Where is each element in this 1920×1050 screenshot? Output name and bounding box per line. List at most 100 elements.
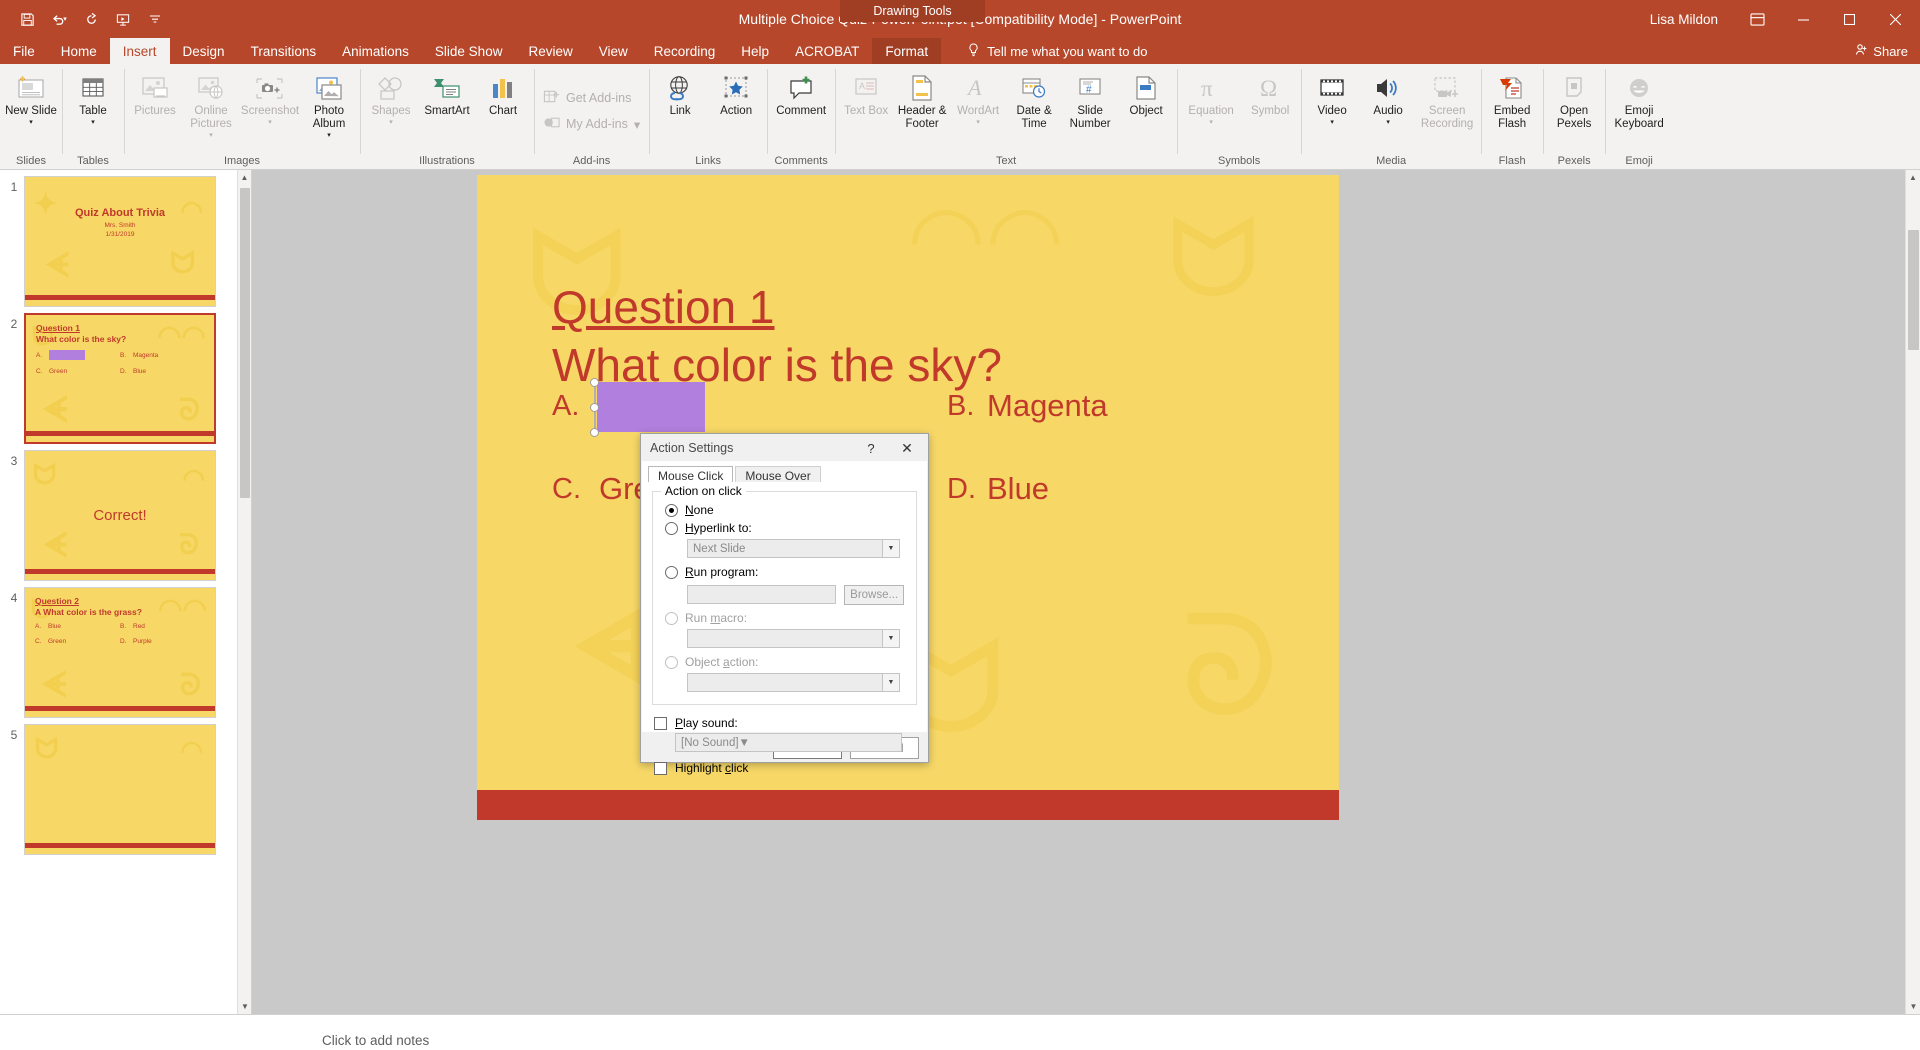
slide-option-d-key[interactable]: D. xyxy=(947,473,976,506)
screen-recording-button[interactable]: Screen Recording xyxy=(1416,68,1478,131)
online-pictures-button[interactable]: Online Pictures ▾ xyxy=(183,68,239,139)
chevron-down-icon[interactable]: ▼ xyxy=(882,540,899,557)
sound-dropdown[interactable]: [No Sound] ▼ xyxy=(675,733,902,752)
highlight-click-row[interactable]: Highlight click xyxy=(654,761,927,775)
thumbnail-canvas-3[interactable]: ᗢ ◠ ᗛ ᘐ Correct! xyxy=(24,450,216,581)
tab-help[interactable]: Help xyxy=(728,38,782,64)
hyperlink-target-dropdown[interactable]: Next Slide ▼ xyxy=(687,539,900,558)
save-icon[interactable] xyxy=(12,5,42,33)
get-addins-button[interactable]: Get Add-ins xyxy=(537,85,646,111)
resize-handle-middle-left[interactable] xyxy=(590,403,599,412)
embed-flash-button[interactable]: Embed Flash xyxy=(1484,68,1540,131)
audio-button[interactable]: Audio ▾ xyxy=(1360,68,1416,126)
radio-object-action-icon[interactable] xyxy=(665,655,678,669)
shapes-button[interactable]: Shapes ▾ xyxy=(363,68,419,126)
chevron-down-icon[interactable]: ▾ xyxy=(29,119,33,126)
emoji-keyboard-button[interactable]: Emoji Keyboard xyxy=(1608,68,1670,131)
browse-button[interactable]: Browse... xyxy=(844,585,904,605)
radio-option-hyperlink[interactable]: Hyperlink to: xyxy=(665,521,904,535)
chevron-down-icon[interactable]: ▾ xyxy=(389,119,393,126)
radio-hyperlink-icon[interactable] xyxy=(665,521,678,535)
chevron-down-icon[interactable]: ▾ xyxy=(1330,119,1334,126)
scroll-down-icon[interactable]: ▼ xyxy=(238,999,251,1014)
chevron-down-icon[interactable]: ▾ xyxy=(1386,119,1390,126)
chevron-down-icon[interactable]: ▾ xyxy=(268,119,272,126)
slide-thumbnail-4[interactable]: 4 ᗢ ◠◠ ᗛ ᘐ Question 2 A What color is th… xyxy=(0,581,251,718)
link-button[interactable]: Link xyxy=(652,68,708,118)
slide-option-b-key[interactable]: B. xyxy=(947,390,974,423)
chevron-down-icon[interactable]: ▾ xyxy=(91,119,95,126)
slide-thumbnail-5[interactable]: 5 ᗢ ◠ xyxy=(0,718,251,855)
dialog-title-bar[interactable]: Action Settings ? ✕ xyxy=(641,434,928,461)
tell-me-search[interactable]: Tell me what you want to do xyxy=(967,38,1148,64)
thumbnail-canvas-2[interactable]: ᗢ ◠◠ ᗛ ᘐ Question 1 What color is the sk… xyxy=(24,313,216,444)
scroll-up-icon[interactable]: ▲ xyxy=(238,170,251,185)
radio-run-macro-icon[interactable] xyxy=(665,611,678,625)
dialog-tab-mouse-click[interactable]: Mouse Click xyxy=(648,466,734,483)
close-icon[interactable]: ✕ xyxy=(894,438,920,458)
tab-view[interactable]: View xyxy=(586,38,641,64)
thumbnail-canvas-5[interactable]: ᗢ ◠ xyxy=(24,724,216,855)
wordart-button[interactable]: A WordArt ▾ xyxy=(950,68,1006,127)
ribbon-display-options-icon[interactable] xyxy=(1734,0,1780,38)
slide-option-d-text[interactable]: Blue xyxy=(987,471,1049,507)
radio-option-none[interactable]: None xyxy=(665,503,904,517)
resize-handle-top-left[interactable] xyxy=(590,378,599,387)
play-sound-row[interactable]: Play sound: xyxy=(654,716,927,730)
screenshot-button[interactable]: Screenshot ▾ xyxy=(239,68,301,126)
header-footer-button[interactable]: Header & Footer xyxy=(894,68,950,131)
dialog-tab-mouse-over[interactable]: Mouse Over xyxy=(735,466,821,483)
radio-option-run-macro[interactable]: Run macro: xyxy=(665,611,904,625)
undo-icon[interactable]: ▾ xyxy=(44,5,74,33)
tab-review[interactable]: Review xyxy=(515,38,585,64)
slide-thumbnail-2[interactable]: 2 ᗢ ◠◠ ᗛ ᘐ Question 1 What color is the … xyxy=(0,307,251,444)
equation-button[interactable]: π Equation ▾ xyxy=(1180,68,1242,127)
tab-design[interactable]: Design xyxy=(170,38,238,64)
help-icon[interactable]: ? xyxy=(860,438,882,458)
tab-slide-show[interactable]: Slide Show xyxy=(422,38,516,64)
slide-option-a-key[interactable]: A. xyxy=(552,390,579,423)
slide-area-scrollbar[interactable]: ▲ ▼ xyxy=(1905,170,1920,1014)
comment-button[interactable]: Comment xyxy=(770,68,832,118)
chevron-down-icon[interactable]: ▼ xyxy=(882,630,899,647)
undo-dropdown-icon[interactable]: ▾ xyxy=(63,16,67,23)
start-presentation-icon[interactable] xyxy=(108,5,138,33)
video-button[interactable]: Video ▾ xyxy=(1304,68,1360,126)
scrollbar-thumb[interactable] xyxy=(240,188,250,498)
redo-icon[interactable] xyxy=(76,5,106,33)
share-button[interactable]: Share xyxy=(1855,38,1908,64)
slide-thumbnail-1[interactable]: 1 ✦ ◠ ᗛ ᗢ Quiz About Trivia Mrs. Smith 1… xyxy=(0,170,251,307)
my-addins-button[interactable]: My Add-ins ▾ xyxy=(537,111,646,137)
notes-pane[interactable]: Click to add notes xyxy=(0,1014,1920,1050)
tab-insert[interactable]: Insert xyxy=(109,38,170,64)
chart-button[interactable]: Chart xyxy=(475,68,531,118)
slide-number-button[interactable]: # Slide Number xyxy=(1062,68,1118,131)
customize-quick-access-toolbar-icon[interactable] xyxy=(140,5,170,33)
tab-acrobat[interactable]: ACROBAT xyxy=(782,38,872,64)
slide-thumbnail-panel[interactable]: 1 ✦ ◠ ᗛ ᗢ Quiz About Trivia Mrs. Smith 1… xyxy=(0,170,252,1014)
radio-none-icon[interactable] xyxy=(665,503,678,517)
tab-recording[interactable]: Recording xyxy=(641,38,729,64)
date-time-button[interactable]: Date & Time xyxy=(1006,68,1062,131)
slide-option-b-text[interactable]: Magenta xyxy=(987,388,1108,424)
chevron-down-icon[interactable]: ▾ xyxy=(976,119,980,126)
close-button[interactable] xyxy=(1872,0,1918,38)
smartart-button[interactable]: SmartArt xyxy=(419,68,475,118)
scroll-up-icon[interactable]: ▲ xyxy=(1906,170,1920,185)
scrollbar-thumb[interactable] xyxy=(1908,230,1919,350)
tab-file[interactable]: File xyxy=(0,38,48,64)
action-settings-dialog[interactable]: Action Settings ? ✕ Mouse Click Mouse Ov… xyxy=(640,433,929,775)
slide-edit-area[interactable]: ᗢ ◠◠ ᗢ ᗛ ᗢ ᘐ Question 1 What color is th… xyxy=(252,170,1920,1014)
restore-button[interactable] xyxy=(1826,0,1872,38)
new-slide-button[interactable]: New Slide ▾ xyxy=(3,68,59,126)
slide-thumbnail-3[interactable]: 3 ᗢ ◠ ᗛ ᘐ Correct! xyxy=(0,444,251,581)
tab-animations[interactable]: Animations xyxy=(329,38,422,64)
thumbnail-canvas-4[interactable]: ᗢ ◠◠ ᗛ ᘐ Question 2 A What color is the … xyxy=(24,587,216,718)
object-action-dropdown[interactable]: ▼ xyxy=(687,673,900,692)
minimize-button[interactable] xyxy=(1780,0,1826,38)
play-sound-checkbox[interactable] xyxy=(654,716,667,730)
text-box-button[interactable]: A Text Box xyxy=(838,68,894,118)
symbol-button[interactable]: Ω Symbol xyxy=(1242,68,1298,118)
tab-format[interactable]: Format xyxy=(872,38,942,64)
tab-transitions[interactable]: Transitions xyxy=(238,38,330,64)
